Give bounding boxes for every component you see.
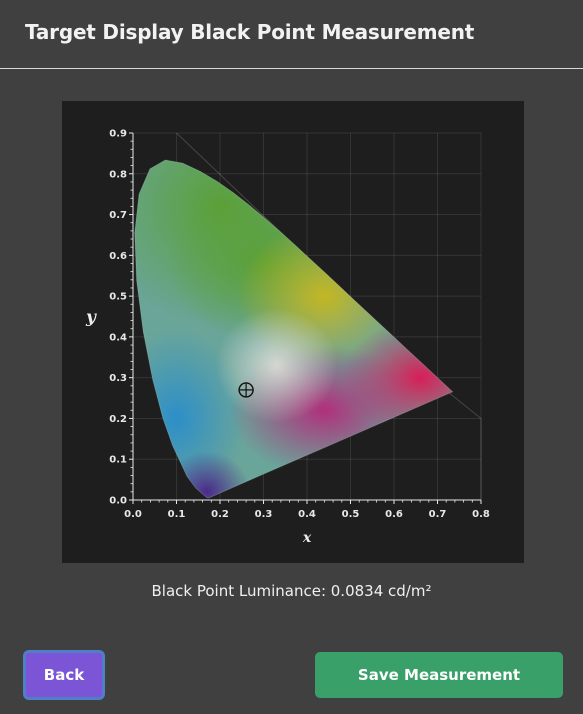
black-point-luminance: Black Point Luminance: 0.0834 cd/m² xyxy=(151,582,432,600)
x-tick-label: 0.8 xyxy=(472,509,490,520)
x-tick-label: 0.2 xyxy=(211,509,229,520)
y-tick-label: 0.7 xyxy=(109,210,127,221)
y-tick-label: 0.3 xyxy=(109,373,127,384)
x-tick-label: 0.1 xyxy=(168,509,186,520)
y-axis-label: y xyxy=(85,308,97,328)
y-tick-label: 0.0 xyxy=(109,496,127,507)
y-tick-label: 0.6 xyxy=(109,251,127,262)
x-axis-label: x xyxy=(302,530,312,546)
chromaticity-chart: 0.0 0.1 0.2 0.3 0.4 0.5 0.6 0.7 0.8 0.0 0.1 0.2 0.3 0… xyxy=(62,101,524,563)
y-tick-label: 0.9 xyxy=(109,129,127,140)
x-tick-label: 0.3 xyxy=(255,509,273,520)
save-measurement-button[interactable]: Save Measurement xyxy=(315,652,563,698)
back-button[interactable]: Back xyxy=(23,650,105,700)
page-title: Target Display Black Point Measurement xyxy=(25,20,475,44)
x-tick-label: 0.4 xyxy=(298,509,316,520)
x-tick-label: 0.5 xyxy=(342,509,360,520)
y-tick-label: 0.8 xyxy=(109,169,127,180)
x-tick-label: 0.6 xyxy=(385,509,403,520)
x-tick-label: 0.0 xyxy=(124,509,142,520)
color-fill xyxy=(134,160,453,498)
y-tick-label: 0.5 xyxy=(109,292,127,303)
x-tick-label: 0.7 xyxy=(429,509,447,520)
y-tick-label: 0.4 xyxy=(109,332,127,343)
y-tick-label: 0.2 xyxy=(109,414,127,425)
y-tick-label: 0.1 xyxy=(109,455,127,466)
chromaticity-diagram: 0.0 0.1 0.2 0.3 0.4 0.5 0.6 0.7 0.8 0.0 0.1 0.2 0.3 0… xyxy=(85,129,490,547)
black-point-marker xyxy=(238,382,254,398)
color-blob xyxy=(215,308,338,423)
header: Target Display Black Point Measurement xyxy=(0,0,583,69)
